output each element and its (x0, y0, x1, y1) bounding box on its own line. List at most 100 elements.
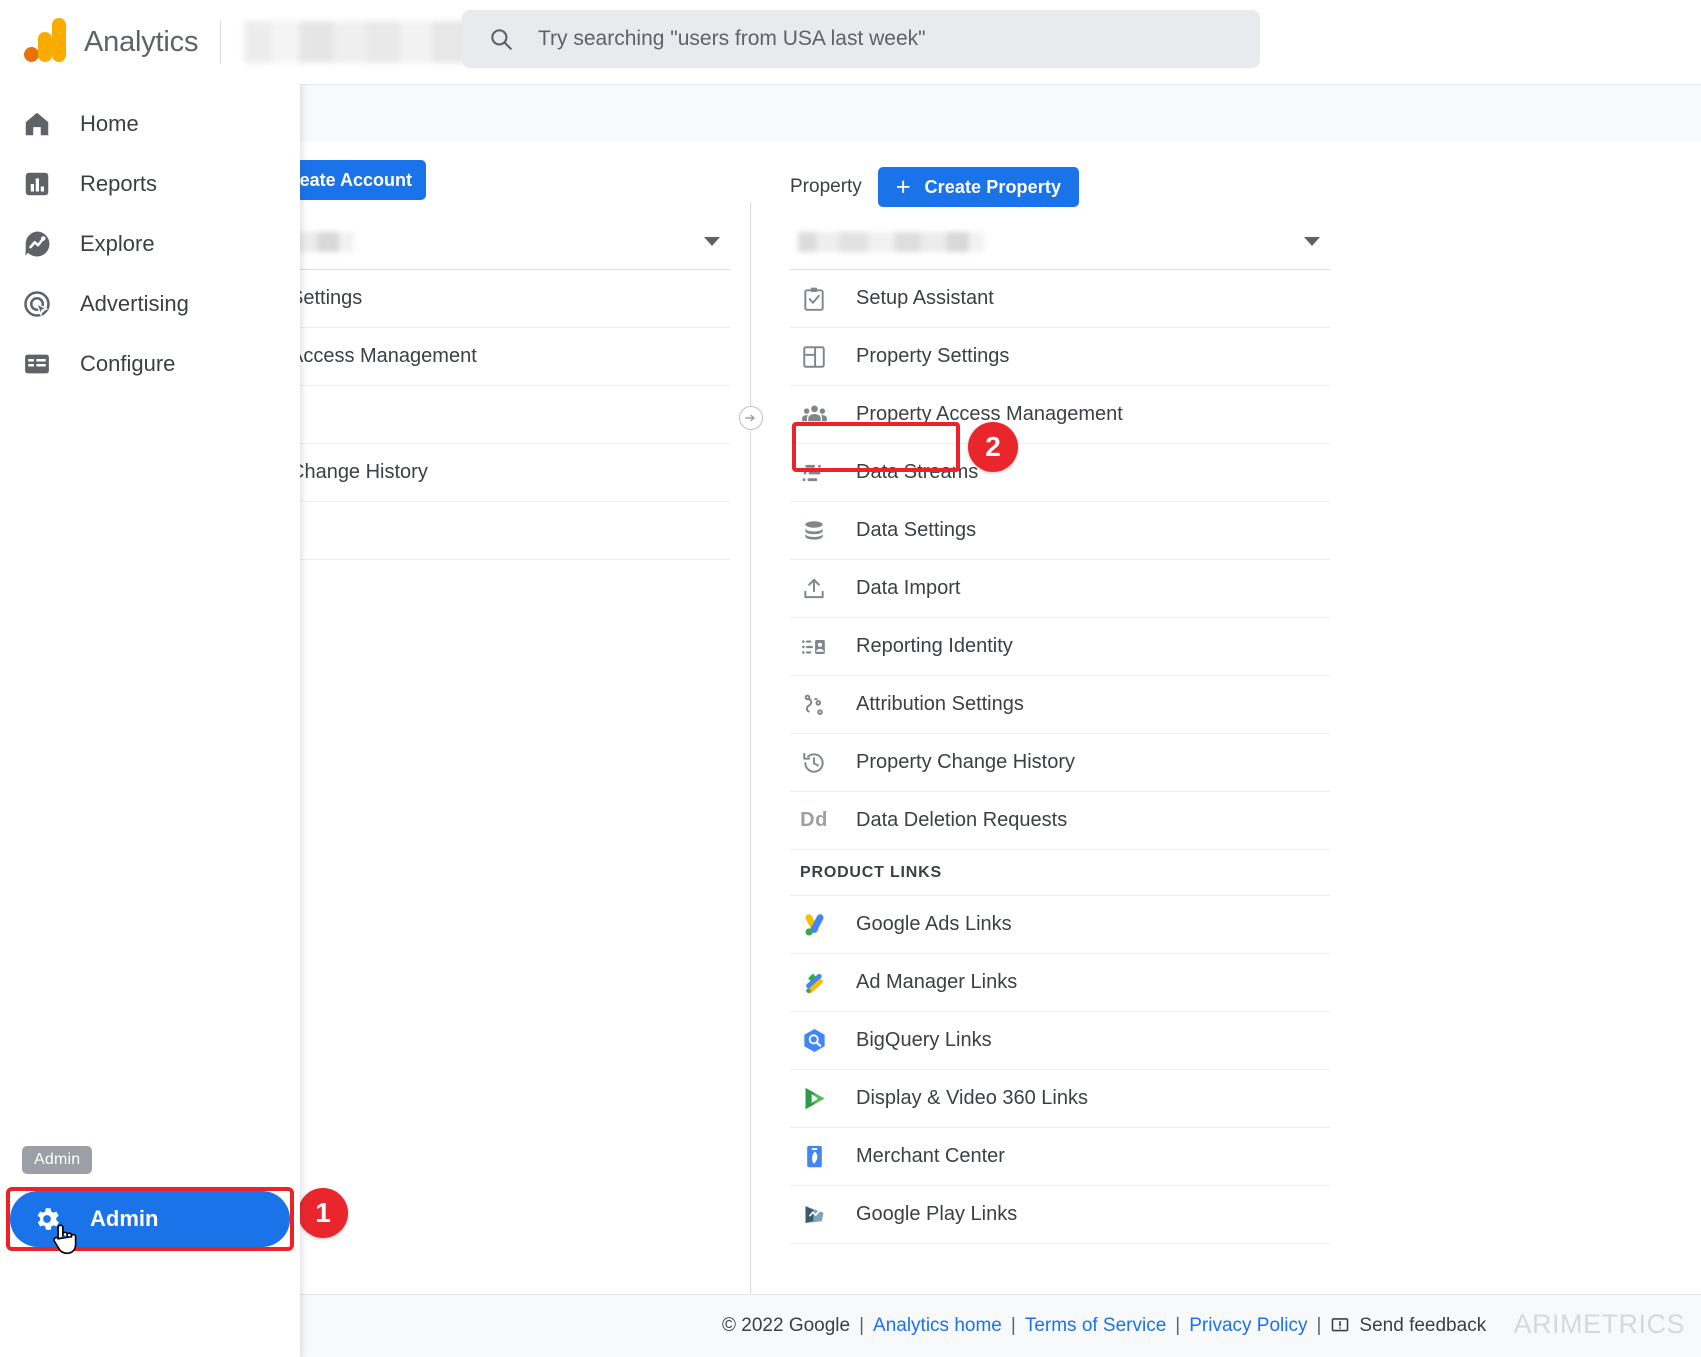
footer-separator: | (859, 1315, 865, 1336)
product-link-google-play[interactable]: Google Play Links (790, 1186, 1330, 1244)
property-menu-item-attribution-settings[interactable]: Attribution Settings (790, 676, 1330, 734)
sidebar-item-label: Explore (80, 231, 155, 256)
footer-separator: | (1010, 1315, 1016, 1336)
product-link-label: Google Play Links (856, 1203, 1018, 1225)
merchant-center-icon (800, 1143, 828, 1171)
chevron-down-icon[interactable] (704, 237, 720, 246)
property-menu-item-data-import[interactable]: Data Import (790, 560, 1330, 618)
upload-icon (800, 575, 828, 603)
left-sidebar: Home Reports Explore Advertising Configu… (0, 84, 300, 1357)
sidebar-item-home[interactable]: Home (0, 94, 300, 154)
people-icon (800, 401, 828, 429)
create-account-button[interactable]: Create Account (296, 160, 426, 200)
property-column-header: Property + Create Property (790, 142, 1330, 214)
property-menu-item-property-change-history[interactable]: Property Change History (790, 734, 1330, 792)
footer-send-feedback[interactable]: Send feedback (1359, 1315, 1486, 1337)
property-menu-item-data-deletion-requests[interactable]: Dd Data Deletion Requests (790, 792, 1330, 850)
property-menu: Setup Assistant Property Settings Proper… (790, 270, 1330, 1244)
property-menu-item-setup-assistant[interactable]: Setup Assistant (790, 270, 1330, 328)
footer-link-analytics-home[interactable]: Analytics home (873, 1315, 1002, 1337)
property-menu-label: Attribution Settings (856, 693, 1024, 715)
attribution-icon (800, 691, 828, 719)
sidebar-item-label: Reports (80, 171, 158, 196)
property-selector[interactable] (790, 214, 1330, 270)
product-link-merchant-center[interactable]: Merchant Center (790, 1128, 1330, 1186)
database-icon (800, 517, 828, 545)
configure-list-icon (22, 349, 52, 379)
bigquery-icon (800, 1027, 828, 1055)
property-menu-label: Property Change History (856, 751, 1075, 773)
home-icon (22, 109, 52, 139)
property-menu-item-reporting-identity[interactable]: Reporting Identity (790, 618, 1330, 676)
selected-property-masked (798, 231, 984, 252)
property-menu-item-property-settings[interactable]: Property Settings (790, 328, 1330, 386)
column-divider (750, 202, 751, 1352)
sidebar-item-explore[interactable]: Explore (0, 214, 300, 274)
admin-button-label: Admin (90, 1206, 159, 1231)
product-link-label: BigQuery Links (856, 1029, 992, 1051)
sidebar-item-label: Configure (80, 351, 176, 376)
dd-text-icon: Dd (800, 809, 828, 831)
product-link-label: Ad Manager Links (856, 971, 1018, 993)
property-menu-item-property-access-management[interactable]: Property Access Management (790, 386, 1330, 444)
sidebar-item-advertising[interactable]: Advertising (0, 274, 300, 334)
analytics-logo-icon (24, 18, 66, 64)
footer-separator: | (1175, 1315, 1181, 1336)
dv360-icon (800, 1085, 828, 1113)
sidebar-item-label: Advertising (80, 291, 189, 316)
account-menu-label: Access Management (290, 345, 477, 367)
arrow-right-icon[interactable] (739, 406, 763, 430)
watermark: ARIMETRICS (1513, 1309, 1685, 1339)
property-column: Property + Create Property Setup Assista… (790, 142, 1330, 1244)
bar-chart-icon (22, 169, 52, 199)
product-link-bigquery[interactable]: BigQuery Links (790, 1012, 1330, 1070)
property-menu-label: Data Deletion Requests (856, 809, 1068, 831)
advertising-target-icon (22, 289, 52, 319)
property-menu-item-data-settings[interactable]: Data Settings (790, 502, 1330, 560)
topbar-divider (220, 20, 222, 64)
sidebar-nav-list: Home Reports Explore Advertising Configu… (0, 84, 300, 394)
search-bar[interactable]: Try searching "users from USA last week" (462, 10, 1260, 68)
admin-tooltip: Admin (22, 1146, 93, 1174)
account-menu-label: Settings (290, 287, 363, 309)
create-property-button[interactable]: + Create Property (877, 167, 1080, 207)
property-menu-label: Data Streams (856, 461, 979, 483)
product-link-label: Display & Video 360 Links (856, 1087, 1088, 1109)
top-bar: Analytics Try searching "users from USA … (0, 0, 1701, 84)
brand-title: Analytics (84, 25, 199, 58)
footer-link-privacy-policy[interactable]: Privacy Policy (1189, 1315, 1307, 1337)
sidebar-item-configure[interactable]: Configure (0, 334, 300, 394)
property-label: Property (790, 176, 862, 197)
chevron-down-icon[interactable] (1304, 237, 1320, 246)
google-play-icon (800, 1201, 828, 1229)
product-link-ad-manager[interactable]: Ad Manager Links (790, 954, 1330, 1012)
footer-copyright: © 2022 Google (722, 1315, 851, 1336)
product-links-label: PRODUCT LINKS (800, 863, 942, 881)
layout-icon (800, 343, 828, 371)
sidebar-item-label: Home (80, 111, 139, 136)
account-menu-label: Change History (290, 461, 428, 483)
feedback-icon (1330, 1316, 1350, 1336)
property-menu-label: Setup Assistant (856, 287, 994, 309)
search-icon (488, 26, 514, 52)
search-input-placeholder[interactable]: Try searching "users from USA last week" (538, 27, 926, 51)
property-menu-label: Property Settings (856, 345, 1010, 367)
footer-link-terms-of-service[interactable]: Terms of Service (1025, 1315, 1166, 1337)
product-link-dv360[interactable]: Display & Video 360 Links (790, 1070, 1330, 1128)
sidebar-item-reports[interactable]: Reports (0, 154, 300, 214)
clipboard-check-icon (800, 285, 828, 313)
product-link-google-ads[interactable]: Google Ads Links (790, 896, 1330, 954)
reporting-identity-icon (800, 633, 828, 661)
plus-icon: + (895, 172, 911, 201)
cursor-pointer-icon (50, 1221, 80, 1261)
ad-manager-icon (800, 969, 828, 997)
google-ads-icon (800, 911, 828, 939)
property-menu-label: Data Import (856, 577, 961, 599)
property-menu-label: Data Settings (856, 519, 977, 541)
product-links-section-header: PRODUCT LINKS (790, 850, 1330, 896)
explore-icon (22, 229, 52, 259)
account-name-masked (244, 21, 467, 63)
create-property-label: Create Property (924, 176, 1062, 197)
step-badge-1: 1 (298, 1188, 348, 1238)
property-menu-item-data-streams[interactable]: Data Streams (790, 444, 1330, 502)
